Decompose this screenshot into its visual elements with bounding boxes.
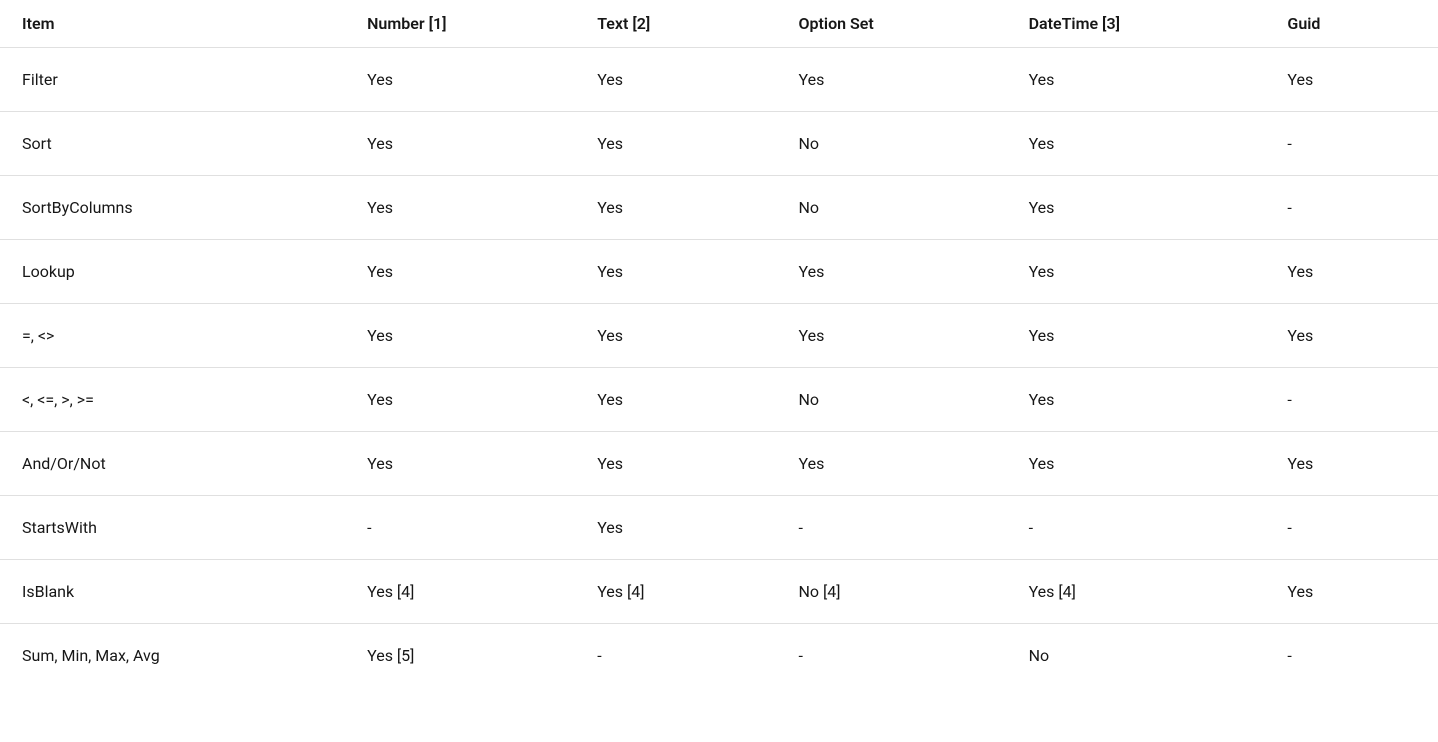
cell-value: Yes (575, 368, 776, 432)
cell-value: Yes [5] (345, 624, 575, 688)
table-row: <, <=, >, >= Yes Yes No Yes - (0, 368, 1438, 432)
cell-value: Yes (575, 112, 776, 176)
cell-value: Yes (1007, 304, 1266, 368)
cell-value: - (1265, 368, 1438, 432)
cell-item: <, <=, >, >= (0, 368, 345, 432)
cell-value: - (1007, 496, 1266, 560)
cell-value: No (777, 368, 1007, 432)
cell-value: Yes (575, 240, 776, 304)
cell-value: Yes (575, 304, 776, 368)
col-header-datetime: DateTime [3] (1007, 0, 1266, 48)
table-body: Filter Yes Yes Yes Yes Yes Sort Yes Yes … (0, 48, 1438, 688)
col-header-number: Number [1] (345, 0, 575, 48)
cell-item: Sort (0, 112, 345, 176)
cell-value: Yes (1265, 240, 1438, 304)
cell-value: No (1007, 624, 1266, 688)
cell-value: Yes [4] (575, 560, 776, 624)
table-header-row: Item Number [1] Text [2] Option Set Date… (0, 0, 1438, 48)
cell-item: Filter (0, 48, 345, 112)
cell-item: Lookup (0, 240, 345, 304)
table-row: SortByColumns Yes Yes No Yes - (0, 176, 1438, 240)
table-row: Sum, Min, Max, Avg Yes [5] - - No - (0, 624, 1438, 688)
col-header-text: Text [2] (575, 0, 776, 48)
table-row: =, <> Yes Yes Yes Yes Yes (0, 304, 1438, 368)
cell-value: - (1265, 496, 1438, 560)
col-header-option-set: Option Set (777, 0, 1007, 48)
cell-value: Yes (1007, 176, 1266, 240)
delegation-support-table: Item Number [1] Text [2] Option Set Date… (0, 0, 1438, 687)
cell-value: Yes (575, 432, 776, 496)
cell-value: - (777, 496, 1007, 560)
cell-value: Yes (345, 368, 575, 432)
cell-value: Yes (1007, 112, 1266, 176)
cell-value: Yes (1007, 368, 1266, 432)
cell-value: Yes [4] (345, 560, 575, 624)
cell-value: Yes (575, 496, 776, 560)
cell-item: StartsWith (0, 496, 345, 560)
cell-value: Yes (345, 112, 575, 176)
cell-value: Yes (345, 304, 575, 368)
cell-value: Yes (1007, 48, 1266, 112)
cell-value: - (575, 624, 776, 688)
col-header-item: Item (0, 0, 345, 48)
cell-value: No (777, 112, 1007, 176)
cell-value: Yes (345, 432, 575, 496)
cell-value: Yes (1265, 304, 1438, 368)
cell-value: - (1265, 624, 1438, 688)
table-row: And/Or/Not Yes Yes Yes Yes Yes (0, 432, 1438, 496)
cell-value: Yes (777, 304, 1007, 368)
cell-value: No (777, 176, 1007, 240)
table-row: Lookup Yes Yes Yes Yes Yes (0, 240, 1438, 304)
cell-value: Yes (1265, 48, 1438, 112)
cell-value: Yes (575, 176, 776, 240)
cell-item: And/Or/Not (0, 432, 345, 496)
cell-value: Yes (575, 48, 776, 112)
cell-item: SortByColumns (0, 176, 345, 240)
cell-item: =, <> (0, 304, 345, 368)
cell-value: Yes (345, 48, 575, 112)
col-header-guid: Guid (1265, 0, 1438, 48)
cell-item: Sum, Min, Max, Avg (0, 624, 345, 688)
cell-value: Yes (1265, 432, 1438, 496)
cell-value: Yes (345, 240, 575, 304)
cell-value: Yes (345, 176, 575, 240)
cell-value: - (1265, 112, 1438, 176)
cell-value: No [4] (777, 560, 1007, 624)
table-row: Sort Yes Yes No Yes - (0, 112, 1438, 176)
cell-value: Yes (777, 48, 1007, 112)
cell-value: Yes (777, 432, 1007, 496)
table-row: Filter Yes Yes Yes Yes Yes (0, 48, 1438, 112)
table-row: StartsWith - Yes - - - (0, 496, 1438, 560)
cell-value: - (1265, 176, 1438, 240)
cell-value: - (345, 496, 575, 560)
table-row: IsBlank Yes [4] Yes [4] No [4] Yes [4] Y… (0, 560, 1438, 624)
cell-value: Yes (1007, 240, 1266, 304)
cell-value: Yes [4] (1007, 560, 1266, 624)
cell-value: Yes (1265, 560, 1438, 624)
cell-value: Yes (1007, 432, 1266, 496)
table-header: Item Number [1] Text [2] Option Set Date… (0, 0, 1438, 48)
cell-value: - (777, 624, 1007, 688)
cell-value: Yes (777, 240, 1007, 304)
cell-item: IsBlank (0, 560, 345, 624)
